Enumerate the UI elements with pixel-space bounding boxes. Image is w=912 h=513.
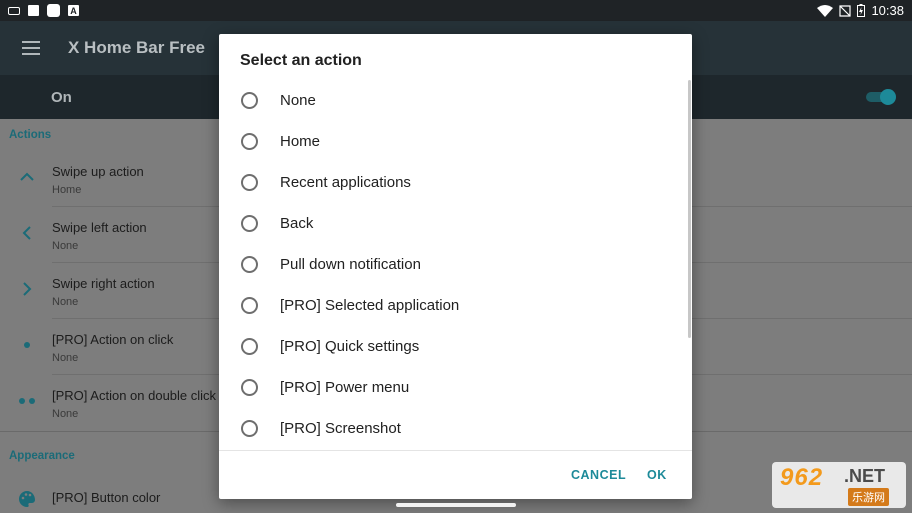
status-left-icons: A xyxy=(8,4,79,17)
radio-button[interactable] xyxy=(241,133,258,150)
app-title: X Home Bar Free xyxy=(68,38,205,57)
setting-title: Swipe left action xyxy=(52,220,147,235)
option-label: None xyxy=(280,92,316,109)
option-pull-down-notification[interactable]: Pull down notification xyxy=(219,244,692,285)
double-dot-icon xyxy=(17,391,37,411)
section-header-appearance: Appearance xyxy=(9,450,75,462)
status-time: 10:38 xyxy=(871,3,904,18)
watermark-suffix: .NET xyxy=(844,466,886,486)
setting-value: None xyxy=(52,296,79,308)
option-label: [PRO] Power menu xyxy=(280,379,410,396)
single-dot-icon xyxy=(17,335,37,355)
option-label: Back xyxy=(280,215,314,232)
option-none[interactable]: None xyxy=(219,80,692,121)
option-recent-applications[interactable]: Recent applications xyxy=(219,162,692,203)
status-right-icons: 10:38 xyxy=(817,3,904,18)
setting-title: [PRO] Action on double click xyxy=(52,388,217,403)
no-sim-icon xyxy=(839,4,852,17)
radio-button[interactable] xyxy=(241,215,258,232)
radio-button[interactable] xyxy=(241,92,258,109)
dialog-title: Select an action xyxy=(240,52,362,69)
master-toggle-switch[interactable] xyxy=(866,89,896,105)
notification-a-icon: A xyxy=(68,5,79,16)
action-options-list: None Home Recent applications Back Pull … xyxy=(219,80,692,449)
option-selected-application[interactable]: [PRO] Selected application xyxy=(219,285,692,326)
setting-title: Swipe right action xyxy=(52,276,155,291)
dialog-scrollbar[interactable] xyxy=(688,80,691,338)
wifi-icon xyxy=(817,4,834,17)
setting-title: [PRO] Button color xyxy=(52,490,161,505)
section-header-actions: Actions xyxy=(9,129,52,141)
option-screenshot[interactable]: [PRO] Screenshot xyxy=(219,408,692,449)
setting-value: Home xyxy=(52,184,82,196)
battery-charging-icon xyxy=(857,4,866,17)
option-quick-settings[interactable]: [PRO] Quick settings xyxy=(219,326,692,367)
setting-value: None xyxy=(52,240,79,252)
setting-title: [PRO] Action on click xyxy=(52,332,174,347)
notification-square-icon xyxy=(28,5,39,16)
radio-button[interactable] xyxy=(241,379,258,396)
option-label: [PRO] Quick settings xyxy=(280,338,420,355)
master-switch-label: On xyxy=(51,89,72,106)
chevron-up-icon xyxy=(17,167,37,187)
radio-button[interactable] xyxy=(241,338,258,355)
option-label: Pull down notification xyxy=(280,256,421,273)
watermark-chinese: 乐游网 xyxy=(848,488,889,506)
ok-button[interactable]: OK xyxy=(647,468,667,482)
option-label: Recent applications xyxy=(280,174,411,191)
select-action-dialog: Select an action None Home Recent applic… xyxy=(219,34,692,499)
watermark-number: 962 xyxy=(780,464,824,491)
option-power-menu[interactable]: [PRO] Power menu xyxy=(219,367,692,408)
chevron-left-icon xyxy=(17,223,37,243)
chevron-right-icon xyxy=(17,279,37,299)
option-back[interactable]: Back xyxy=(219,203,692,244)
site-watermark-logo: 962 .NET 乐游网 xyxy=(772,462,906,508)
notification-rect-icon xyxy=(8,6,20,15)
radio-button[interactable] xyxy=(241,256,258,273)
hamburger-menu-icon[interactable] xyxy=(22,41,40,55)
nav-gesture-handle[interactable] xyxy=(396,503,516,507)
toggle-thumb xyxy=(880,89,896,105)
cancel-button[interactable]: CANCEL xyxy=(571,468,626,482)
option-label: [PRO] Selected application xyxy=(280,297,460,314)
radio-button[interactable] xyxy=(241,420,258,437)
option-label: [PRO] Screenshot xyxy=(280,420,401,437)
option-label: Home xyxy=(280,133,321,150)
setting-value: None xyxy=(52,408,79,420)
palette-icon xyxy=(17,489,37,509)
setting-value: None xyxy=(52,352,79,364)
radio-button[interactable] xyxy=(241,297,258,314)
dialog-divider xyxy=(219,450,692,451)
notification-app-icon xyxy=(47,4,60,17)
setting-title: Swipe up action xyxy=(52,164,144,179)
option-home[interactable]: Home xyxy=(219,121,692,162)
status-bar: A 10:38 xyxy=(0,0,912,21)
radio-button[interactable] xyxy=(241,174,258,191)
